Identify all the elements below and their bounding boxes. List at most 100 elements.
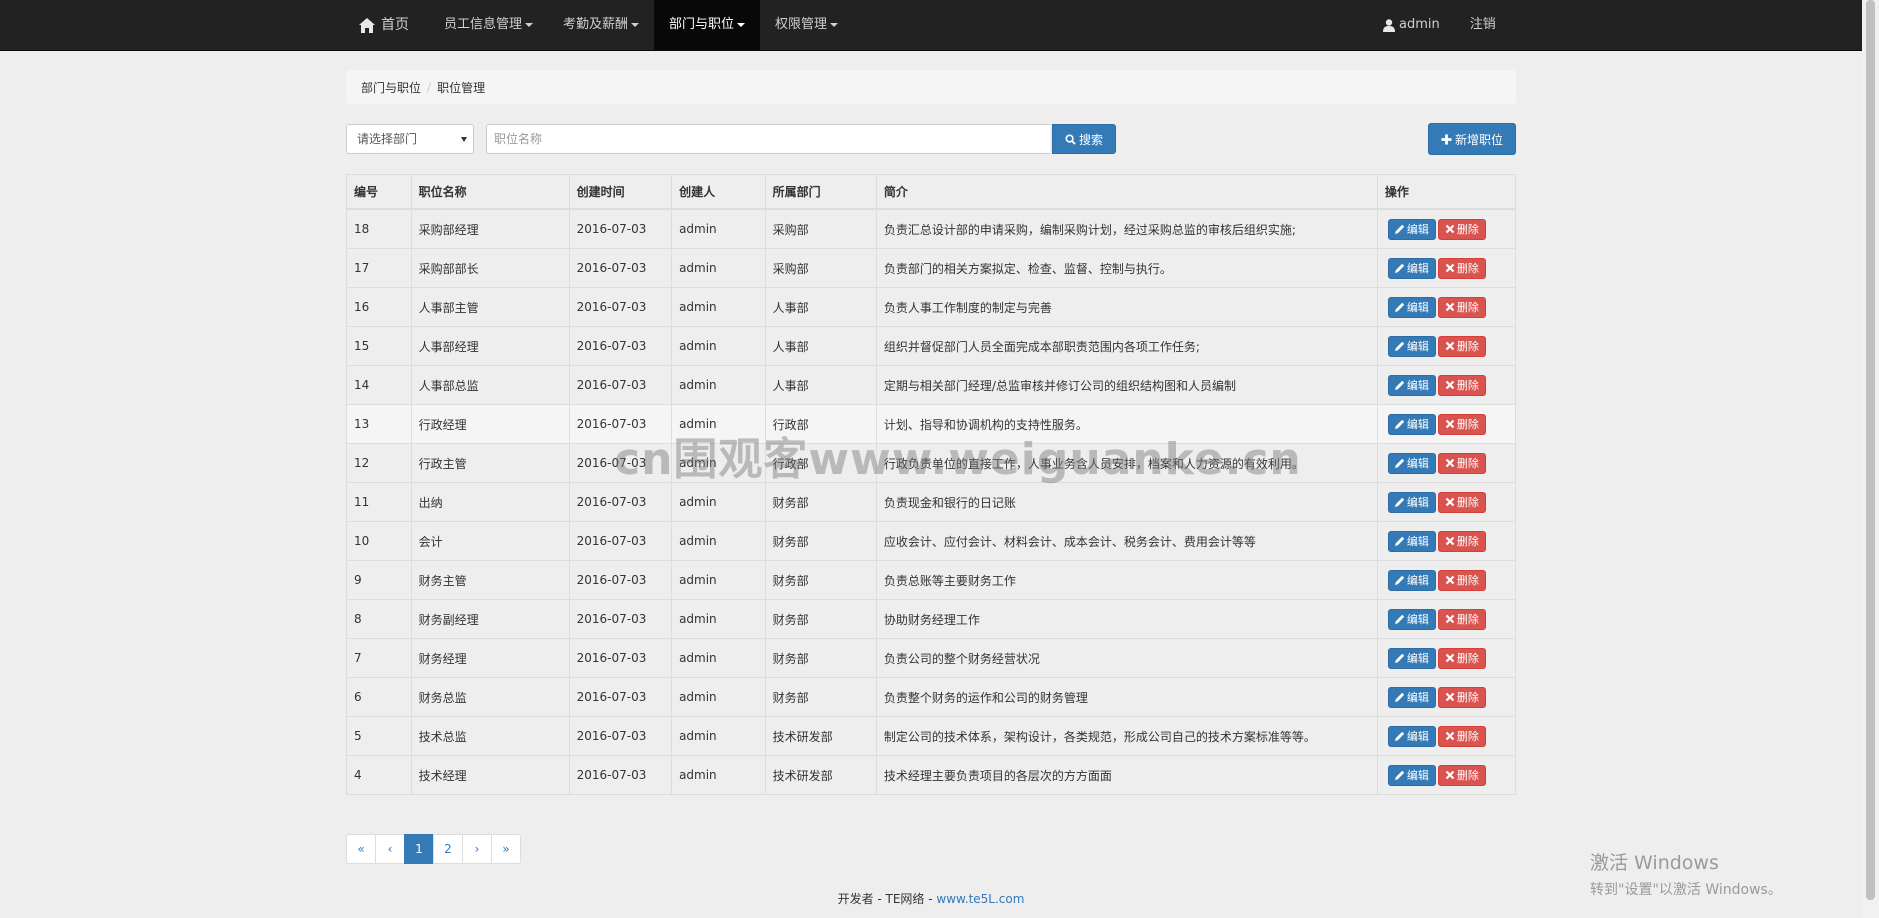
delete-button-label: 删除: [1456, 223, 1479, 236]
nav-employee-info[interactable]: 员工信息管理: [429, 0, 548, 50]
nav-home[interactable]: 首页: [344, 0, 429, 50]
delete-button[interactable]: 删除: [1437, 452, 1486, 474]
edit-button[interactable]: 编辑: [1387, 647, 1436, 669]
col-header-actions: 操作: [1376, 174, 1517, 210]
edit-button-label: 编辑: [1406, 613, 1429, 626]
delete-button[interactable]: 删除: [1437, 608, 1486, 630]
delete-button[interactable]: 删除: [1437, 530, 1486, 552]
cell-position-name: 人事部主管: [410, 287, 570, 327]
cell-created-date: 2016-07-03: [568, 208, 673, 249]
edit-button[interactable]: 编辑: [1387, 608, 1436, 630]
delete-button-label: 删除: [1456, 262, 1479, 275]
edit-button[interactable]: 编辑: [1387, 452, 1436, 474]
page-prev[interactable]: ‹: [375, 834, 405, 864]
cell-creator: admin: [671, 521, 766, 561]
table-row: 7 财务经理 2016-07-03 admin 财务部 负责公司的整个财务经营状况 编辑 删除: [346, 638, 1517, 678]
close-icon: [1445, 302, 1455, 312]
cell-position-name: 财务总监: [410, 677, 570, 717]
pencil-icon: [1394, 614, 1405, 624]
nav-user[interactable]: admin: [1368, 0, 1455, 50]
delete-button[interactable]: 删除: [1437, 491, 1486, 513]
delete-button[interactable]: 删除: [1437, 296, 1486, 318]
add-position-button[interactable]: 新增职位: [1428, 123, 1516, 155]
nav-logout[interactable]: 注销: [1455, 0, 1511, 50]
cell-description: 负责公司的整个财务经营状况: [875, 638, 1378, 678]
delete-button[interactable]: 删除: [1437, 725, 1486, 747]
delete-button[interactable]: 删除: [1437, 218, 1486, 240]
search-button[interactable]: 搜索: [1052, 124, 1116, 154]
nav-attendance-salary[interactable]: 考勤及薪酬: [548, 0, 654, 50]
pencil-icon: [1394, 692, 1405, 702]
cell-creator: admin: [671, 560, 766, 600]
page-first[interactable]: «: [346, 834, 376, 864]
table-row: 11 出纳 2016-07-03 admin 财务部 负责现金和银行的日记账 编辑 删除: [346, 482, 1517, 522]
edit-button[interactable]: 编辑: [1387, 413, 1436, 435]
cell-creator: admin: [671, 482, 766, 522]
cell-id: 7: [346, 638, 412, 678]
page-last[interactable]: »: [491, 834, 521, 864]
nav-permission[interactable]: 权限管理: [760, 0, 853, 50]
edit-button[interactable]: 编辑: [1387, 569, 1436, 591]
cell-description: 协助财务经理工作: [875, 599, 1378, 639]
cell-actions: 编辑 删除: [1376, 287, 1517, 327]
edit-button[interactable]: 编辑: [1387, 530, 1436, 552]
edit-button[interactable]: 编辑: [1387, 491, 1436, 513]
caret-down-icon: [525, 23, 534, 27]
cell-creator: admin: [671, 326, 766, 366]
delete-button[interactable]: 删除: [1437, 569, 1486, 591]
edit-button-label: 编辑: [1406, 496, 1429, 509]
page-next[interactable]: ›: [462, 834, 492, 864]
position-name-input[interactable]: [486, 124, 1050, 154]
edit-button-label: 编辑: [1406, 691, 1429, 704]
department-select[interactable]: 请选择部门: [346, 124, 474, 154]
cell-description: 负责现金和银行的日记账: [875, 482, 1378, 522]
search-icon: [1065, 133, 1076, 145]
edit-button[interactable]: 编辑: [1387, 218, 1436, 240]
cell-department: 财务部: [764, 599, 877, 639]
page-2[interactable]: 2: [433, 834, 463, 864]
footer-link[interactable]: www.te5L.com: [936, 892, 1024, 906]
delete-button[interactable]: 删除: [1437, 686, 1486, 708]
delete-button[interactable]: 删除: [1437, 647, 1486, 669]
user-icon: [1383, 18, 1395, 32]
cell-department: 人事部: [764, 287, 877, 327]
cell-position-name: 财务副经理: [410, 599, 570, 639]
edit-button[interactable]: 编辑: [1387, 374, 1436, 396]
page-1[interactable]: 1: [404, 834, 434, 864]
edit-button[interactable]: 编辑: [1387, 764, 1436, 786]
cell-department: 财务部: [764, 677, 877, 717]
cell-creator: admin: [671, 755, 766, 795]
cell-created-date: 2016-07-03: [568, 443, 673, 483]
vertical-scrollbar[interactable]: [1862, 0, 1879, 918]
nav-dept-position[interactable]: 部门与职位: [654, 0, 761, 50]
edit-button[interactable]: 编辑: [1387, 257, 1436, 279]
cell-department: 财务部: [764, 521, 877, 561]
delete-button-label: 删除: [1456, 418, 1479, 431]
delete-button-label: 删除: [1456, 379, 1479, 392]
table-row: 13 行政经理 2016-07-03 admin 行政部 计划、指导和协调机构的支持性服务…: [346, 404, 1517, 444]
pencil-icon: [1394, 770, 1405, 780]
delete-button[interactable]: 删除: [1437, 374, 1486, 396]
scrollbar-thumb[interactable]: [1866, 0, 1875, 900]
delete-button[interactable]: 删除: [1437, 413, 1486, 435]
cell-description: 负责汇总设计部的申请采购，编制采购计划，经过采购总监的审核后组织实施;: [875, 208, 1378, 249]
close-icon: [1445, 575, 1455, 585]
delete-button[interactable]: 删除: [1437, 764, 1486, 786]
plus-icon: [1441, 133, 1452, 145]
edit-button[interactable]: 编辑: [1387, 725, 1436, 747]
delete-button[interactable]: 删除: [1437, 257, 1486, 279]
nav-employee-info-label: 员工信息管理: [444, 17, 523, 32]
delete-button-label: 删除: [1456, 769, 1479, 782]
edit-button-label: 编辑: [1406, 574, 1429, 587]
edit-button[interactable]: 编辑: [1387, 296, 1436, 318]
delete-button[interactable]: 删除: [1437, 335, 1486, 357]
pencil-icon: [1394, 536, 1405, 546]
close-icon: [1445, 263, 1455, 273]
cell-actions: 编辑 删除: [1376, 638, 1517, 678]
edit-button[interactable]: 编辑: [1387, 686, 1436, 708]
edit-button[interactable]: 编辑: [1387, 335, 1436, 357]
cell-description: 负责整个财务的运作和公司的财务管理: [875, 677, 1378, 717]
breadcrumb-parent[interactable]: 部门与职位: [361, 79, 421, 96]
delete-button-label: 删除: [1456, 340, 1479, 353]
cell-id: 6: [346, 677, 412, 717]
